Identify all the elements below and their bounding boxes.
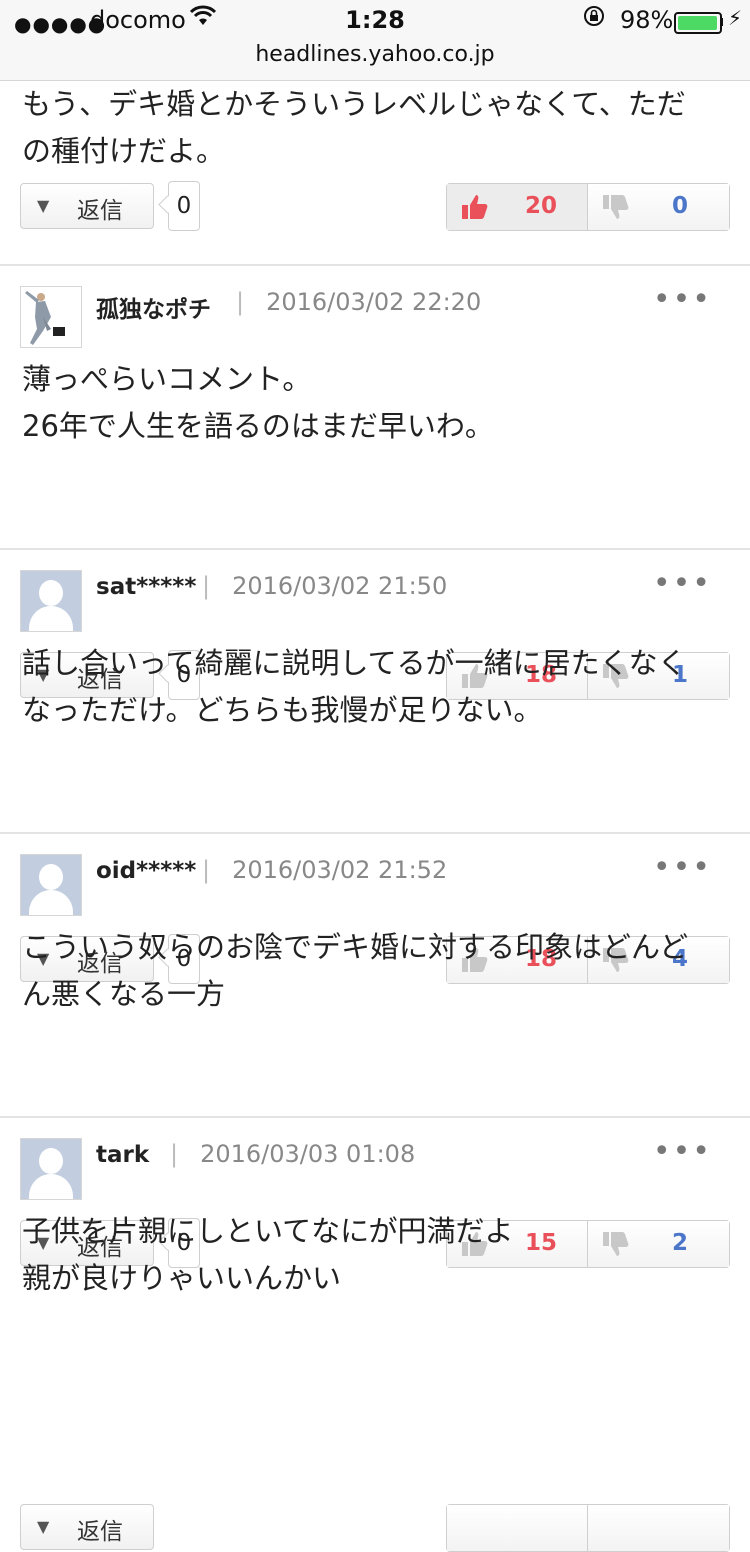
reply-count: 0 — [168, 181, 200, 231]
address-url[interactable]: headlines.yahoo.co.jp — [0, 42, 750, 67]
comment-date-text: 2016/03/02 21:50 — [232, 572, 448, 600]
default-avatar-icon[interactable] — [20, 1138, 82, 1200]
default-avatar-icon[interactable] — [20, 570, 82, 632]
comment-date: | 2016/03/02 21:52 — [202, 856, 447, 884]
comment-item: tark | 2016/03/03 01:08 ••• 子供を片親にしといてなにが… — [0, 1118, 750, 1552]
caret-down-icon: ▼ — [37, 196, 50, 215]
comment-date-text: 2016/03/03 01:08 — [200, 1140, 416, 1168]
vote-group — [446, 1504, 730, 1552]
reply-label: 返信 — [77, 198, 123, 224]
avatar[interactable] — [20, 286, 82, 348]
rotation-lock-icon — [582, 4, 606, 34]
reply-button[interactable]: ▼ 返信 — [20, 1504, 154, 1550]
more-options-icon[interactable]: ••• — [653, 850, 712, 885]
comment-item: oid***** | 2016/03/02 21:52 ••• こういう奴らのお陰… — [0, 834, 750, 1268]
comment-text: 子供を片親にしといてなにが円満だよ 親が良けりゃいいんかい — [22, 1214, 514, 1295]
dislike-button[interactable]: 0 — [588, 184, 729, 230]
comment-date: | 2016/03/02 21:50 — [202, 572, 447, 600]
comment-date: | 2016/03/02 22:20 — [236, 288, 481, 316]
dislike-button[interactable] — [588, 1505, 729, 1551]
comment-text: こういう奴らのお陰でデキ婚に対する印象はどんど ん悪くなる一方 — [22, 930, 689, 1011]
separator: | — [202, 572, 211, 600]
reply-label: 返信 — [77, 1519, 123, 1545]
comment-date-text: 2016/03/02 21:52 — [232, 856, 448, 884]
caret-down-icon: ▼ — [37, 1517, 50, 1536]
thumbs-down-icon — [603, 195, 629, 219]
user-name[interactable]: oid***** — [96, 858, 196, 884]
businessman-avatar-icon — [25, 291, 65, 345]
like-button[interactable] — [447, 1505, 588, 1551]
comment-text: 話し合いって綺麗に説明してるが一緒に居たくなく なっただけ。どちらも我慢が足りな… — [22, 646, 687, 727]
charging-bolt-icon: ⚡ — [728, 6, 743, 30]
more-options-icon[interactable]: ••• — [653, 282, 712, 317]
battery-tip — [720, 18, 723, 26]
status-bar: ●●●●● docomo 1:28 98% ⚡ headlines.yahoo.… — [0, 0, 750, 81]
dislike-count: 0 — [672, 193, 689, 219]
default-avatar-icon[interactable] — [20, 854, 82, 916]
separator: | — [202, 856, 211, 884]
battery-icon — [674, 12, 722, 34]
more-options-icon[interactable]: ••• — [653, 566, 712, 601]
user-name[interactable]: tark — [96, 1142, 149, 1168]
comment-date-text: 2016/03/02 22:20 — [266, 288, 482, 316]
like-count: 20 — [525, 193, 558, 219]
user-name[interactable]: 孤独なポチ — [96, 290, 211, 324]
comment-item: sat***** | 2016/03/02 21:50 ••• 話し合いって綺麗に… — [0, 550, 750, 984]
more-options-icon[interactable]: ••• — [653, 1134, 712, 1169]
comment-text: もう、デキ婚とかそういうレベルじゃなくて、ただ の種付けだよ。 — [22, 87, 686, 168]
comment-item: もう、デキ婚とかそういうレベルじゃなくて、ただ の種付けだよ。 ▼ 返信 0 2… — [0, 81, 750, 266]
comment-date: | 2016/03/03 01:08 — [170, 1140, 415, 1168]
separator: | — [236, 288, 245, 316]
vote-group: 20 0 — [446, 183, 730, 231]
comment-text: 薄っぺらいコメント。 26年で人生を語るのはまだ早いわ。 — [22, 362, 494, 443]
reply-button[interactable]: ▼ 返信 — [20, 183, 154, 229]
comment-item: 孤独なポチ | 2016/03/02 22:20 ••• 薄っぺらいコメント。 2… — [0, 266, 750, 700]
user-name[interactable]: sat***** — [96, 574, 196, 600]
comment-list: もう、デキ婚とかそういうレベルじゃなくて、ただ の種付けだよ。 ▼ 返信 0 2… — [0, 81, 750, 1552]
thumbs-up-icon — [462, 195, 488, 219]
separator: | — [170, 1140, 179, 1168]
battery-percent: 98% — [620, 6, 674, 34]
like-button[interactable]: 20 — [447, 184, 588, 230]
